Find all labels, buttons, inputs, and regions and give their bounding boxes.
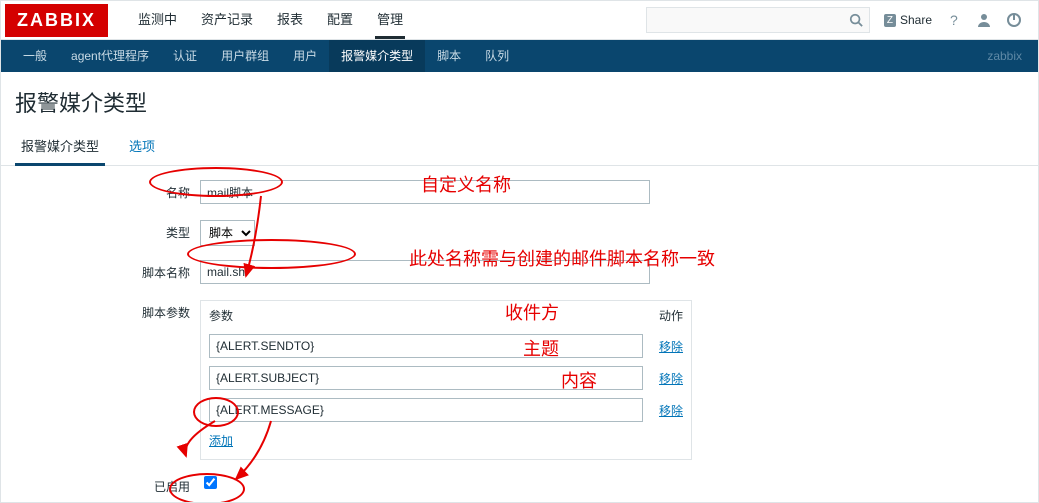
topnav-config[interactable]: 配置: [315, 1, 365, 39]
user-icon[interactable]: [976, 12, 992, 28]
type-select[interactable]: 脚本: [200, 220, 255, 246]
param-remove-1[interactable]: 移除: [659, 372, 683, 386]
help-icon[interactable]: ?: [946, 12, 962, 28]
svg-text:?: ?: [950, 12, 958, 28]
params-table: 参数 动作 移除 移除 移除 添加: [200, 300, 692, 460]
top-nav: 监测中 资产记录 报表 配置 管理: [126, 1, 415, 39]
search-input[interactable]: [646, 7, 870, 33]
sub-nav: 一般 agent代理程序 认证 用户群组 用户 报警媒介类型 脚本 队列 zab…: [1, 40, 1038, 72]
page-title: 报警媒介类型: [1, 72, 1038, 128]
subnav-users[interactable]: 用户: [281, 40, 329, 72]
enabled-label: 已启用: [15, 474, 200, 500]
script-name-field[interactable]: [200, 260, 650, 284]
subnav-auth[interactable]: 认证: [161, 40, 209, 72]
subnav-general[interactable]: 一般: [11, 40, 59, 72]
name-field[interactable]: [200, 180, 650, 204]
param-add-link[interactable]: 添加: [209, 434, 233, 448]
topnav-reports[interactable]: 报表: [265, 1, 315, 39]
topnav-monitoring[interactable]: 监测中: [126, 1, 189, 39]
param-remove-0[interactable]: 移除: [659, 340, 683, 354]
subnav-usergroups[interactable]: 用户群组: [209, 40, 281, 72]
tab-options[interactable]: 选项: [123, 128, 161, 165]
param-input-1[interactable]: [209, 366, 643, 390]
search-icon: [849, 13, 863, 27]
params-col-parameter: 参数: [209, 307, 643, 324]
param-row: 移除: [201, 362, 691, 394]
subnav-queue[interactable]: 队列: [473, 40, 521, 72]
script-params-label: 脚本参数: [15, 300, 200, 326]
topnav-admin[interactable]: 管理: [365, 1, 415, 39]
topnav-inventory[interactable]: 资产记录: [189, 1, 265, 39]
content-tabs: 报警媒介类型 选项: [1, 128, 1038, 166]
param-input-0[interactable]: [209, 334, 643, 358]
script-name-label: 脚本名称: [15, 260, 200, 286]
enabled-checkbox[interactable]: [204, 476, 217, 489]
name-label: 名称: [15, 180, 200, 206]
type-label: 类型: [15, 220, 200, 246]
logout-icon[interactable]: [1006, 12, 1022, 28]
params-col-action: 动作: [643, 307, 683, 324]
subnav-proxies[interactable]: agent代理程序: [59, 40, 161, 72]
param-row: 移除: [201, 330, 691, 362]
logo: ZABBIX: [5, 4, 108, 37]
brand-label: zabbix: [987, 49, 1028, 63]
tab-media-type[interactable]: 报警媒介类型: [15, 128, 105, 166]
subnav-mediatypes[interactable]: 报警媒介类型: [329, 40, 425, 72]
param-row: 移除: [201, 394, 691, 426]
param-input-2[interactable]: [209, 398, 643, 422]
subnav-scripts[interactable]: 脚本: [425, 40, 473, 72]
param-remove-2[interactable]: 移除: [659, 404, 683, 418]
share-link[interactable]: ZShare: [884, 13, 932, 27]
